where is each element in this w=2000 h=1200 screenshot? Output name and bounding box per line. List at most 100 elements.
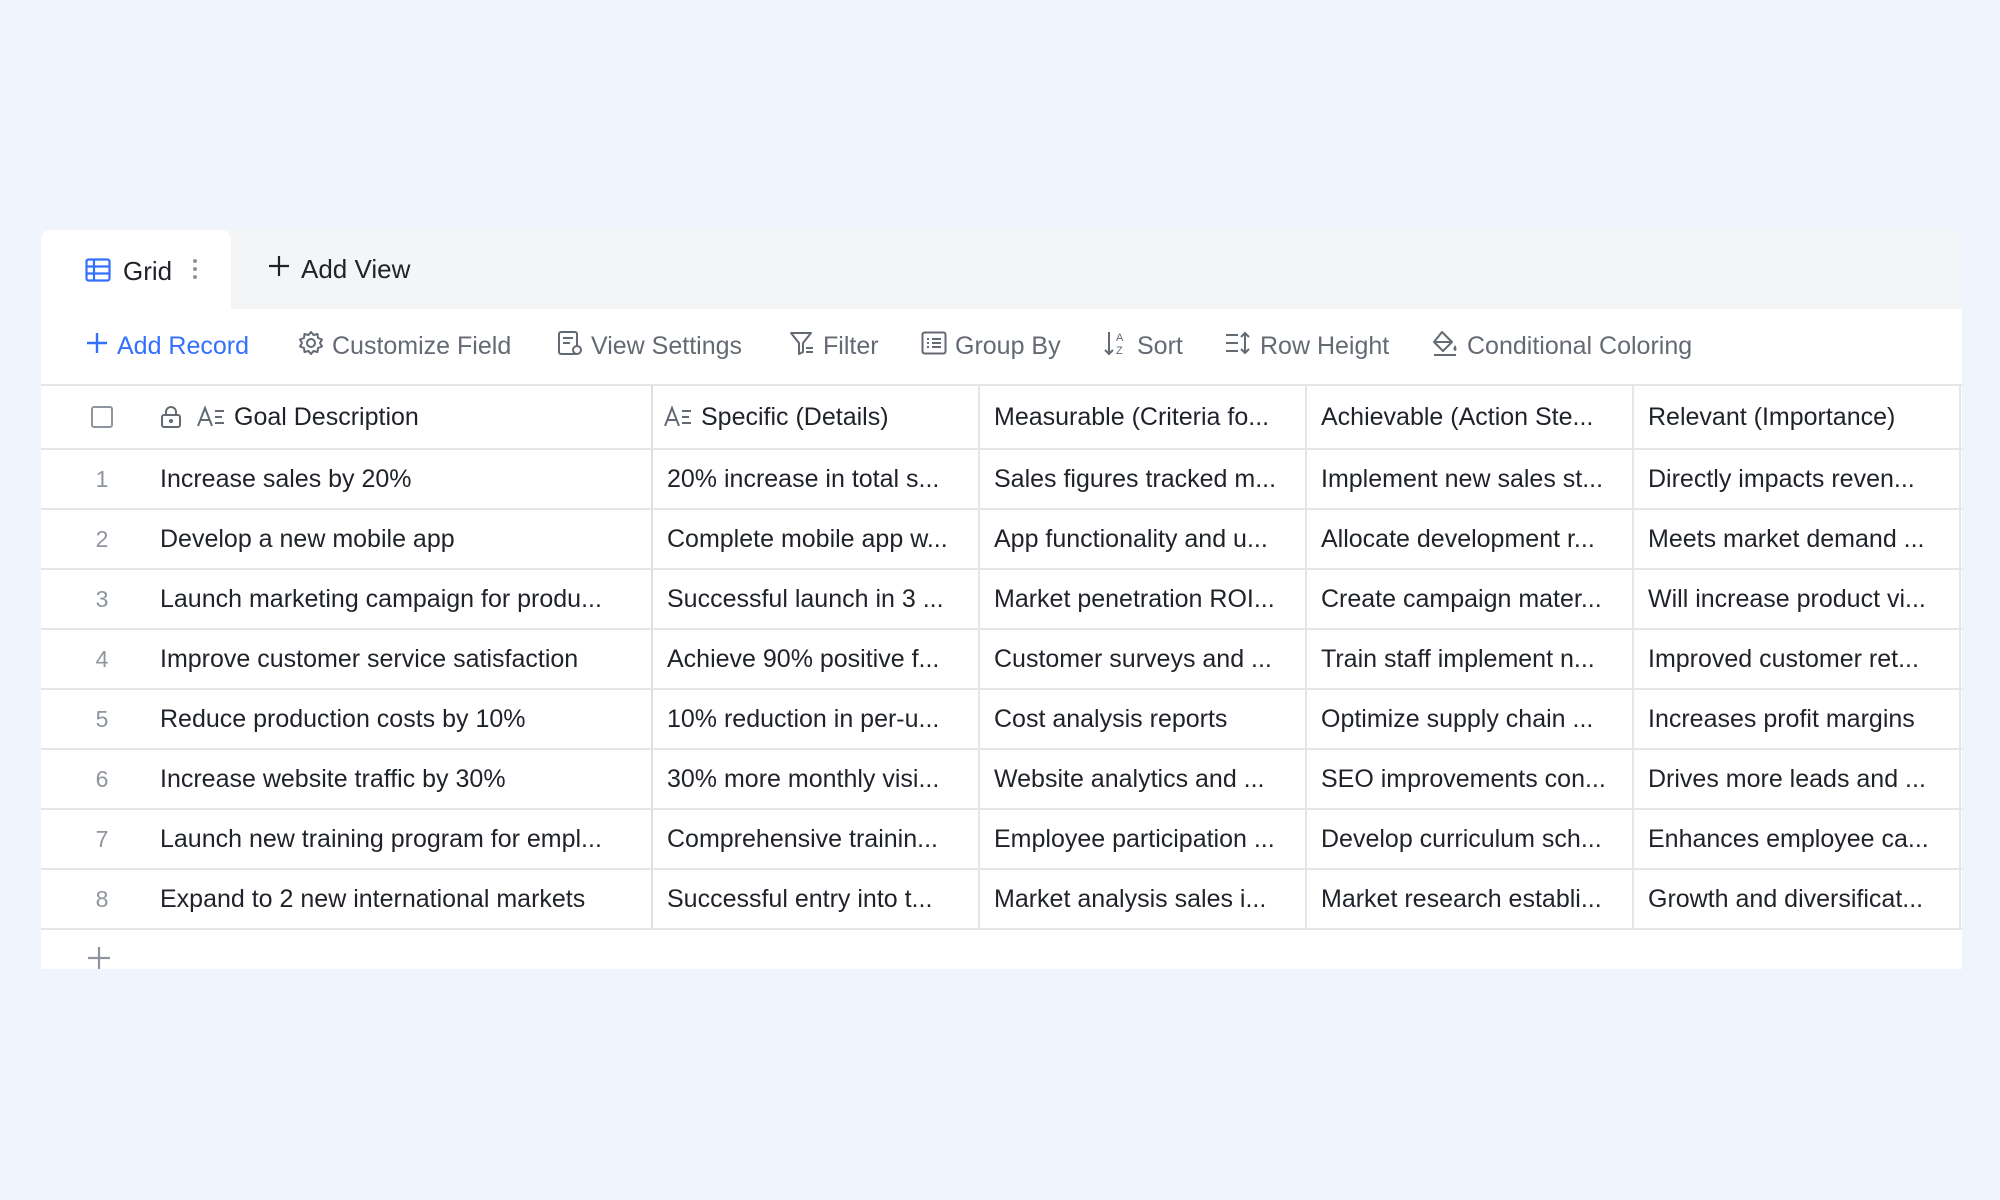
text-field-icon xyxy=(196,405,226,429)
add-row-button[interactable] xyxy=(41,930,1962,986)
paint-bucket-icon xyxy=(1431,329,1459,364)
cell-measurable[interactable]: Sales figures tracked m... xyxy=(980,450,1307,508)
conditional-coloring-label: Conditional Coloring xyxy=(1467,332,1693,360)
table-row[interactable]: 1 Increase sales by 20% 20% increase in … xyxy=(41,450,1962,510)
cell-specific[interactable]: Successful launch in 3 ... xyxy=(653,570,980,628)
cell-achievable[interactable]: Implement new sales st... xyxy=(1307,450,1634,508)
view-settings-label: View Settings xyxy=(591,332,743,360)
cell-goal[interactable]: Launch marketing campaign for produ... xyxy=(41,570,653,628)
plus-icon xyxy=(85,331,109,362)
svg-text:A: A xyxy=(1116,332,1124,344)
add-record-button[interactable]: Add Record xyxy=(85,309,249,384)
cell-relevant[interactable]: Directly impacts reven... xyxy=(1634,450,1961,508)
column-header-label: Relevant (Importance) xyxy=(1648,402,1896,431)
cell-relevant[interactable]: Growth and diversificat... xyxy=(1634,870,1961,928)
add-view-label: Add View xyxy=(301,254,411,284)
cell-achievable[interactable]: Optimize supply chain ... xyxy=(1307,690,1634,748)
sort-label: Sort xyxy=(1137,332,1183,360)
cell-goal[interactable]: Increase sales by 20% xyxy=(41,450,653,508)
column-header-label: Achievable (Action Ste... xyxy=(1321,402,1594,431)
cell-specific[interactable]: Achieve 90% positive f... xyxy=(653,630,980,688)
cell-relevant[interactable]: Improved customer ret... xyxy=(1634,630,1961,688)
cell-measurable[interactable]: Cost analysis reports xyxy=(980,690,1307,748)
grid-view-panel: Grid Add View Add Record Customize Field xyxy=(41,230,1962,969)
table-row[interactable]: 4 Improve customer service satisfaction … xyxy=(41,630,1962,690)
cell-measurable[interactable]: Customer surveys and ... xyxy=(980,630,1307,688)
svg-text:Z: Z xyxy=(1116,345,1123,357)
filter-icon xyxy=(789,330,815,363)
plus-icon xyxy=(85,944,113,977)
column-header-label: Goal Description xyxy=(234,402,419,431)
column-header-label: Specific (Details) xyxy=(701,402,889,431)
table-header-row: Goal Description Specific (Details) Meas… xyxy=(41,386,1962,450)
cell-specific[interactable]: 20% increase in total s... xyxy=(653,450,980,508)
cell-specific[interactable]: 10% reduction in per-u... xyxy=(653,690,980,748)
cell-goal[interactable]: Increase website traffic by 30% xyxy=(41,750,653,808)
row-height-icon xyxy=(1224,330,1252,363)
group-by-label: Group By xyxy=(955,332,1061,360)
cell-specific[interactable]: Complete mobile app w... xyxy=(653,510,980,568)
cell-measurable[interactable]: App functionality and u... xyxy=(980,510,1307,568)
sort-icon: AZ xyxy=(1103,329,1129,364)
table-row[interactable]: 7 Launch new training program for empl..… xyxy=(41,810,1962,870)
filter-label: Filter xyxy=(823,332,879,360)
cell-relevant[interactable]: Meets market demand ... xyxy=(1634,510,1961,568)
cell-achievable[interactable]: Develop curriculum sch... xyxy=(1307,810,1634,868)
customize-field-button[interactable]: Customize Field xyxy=(298,309,511,384)
column-header-specific[interactable]: Specific (Details) xyxy=(653,386,980,448)
cell-specific[interactable]: Comprehensive trainin... xyxy=(653,810,980,868)
cell-achievable[interactable]: SEO improvements con... xyxy=(1307,750,1634,808)
cell-measurable[interactable]: Market analysis sales i... xyxy=(980,870,1307,928)
gear-icon xyxy=(298,330,324,363)
sort-button[interactable]: AZ Sort xyxy=(1103,309,1183,384)
column-header-measurable[interactable]: Measurable (Criteria fo... xyxy=(980,386,1307,448)
row-height-label: Row Height xyxy=(1260,332,1390,360)
cell-achievable[interactable]: Train staff implement n... xyxy=(1307,630,1634,688)
column-header-label: Measurable (Criteria fo... xyxy=(994,402,1270,431)
cell-achievable[interactable]: Create campaign mater... xyxy=(1307,570,1634,628)
cell-goal[interactable]: Launch new training program for empl... xyxy=(41,810,653,868)
cell-goal[interactable]: Reduce production costs by 10% xyxy=(41,690,653,748)
toolbar: Add Record Customize Field View Settings… xyxy=(41,309,1962,386)
table-row[interactable]: 8 Expand to 2 new international markets … xyxy=(41,870,1962,930)
cell-goal[interactable]: Develop a new mobile app xyxy=(41,510,653,568)
column-header-goal[interactable]: Goal Description xyxy=(41,386,653,448)
cell-relevant[interactable]: Enhances employee ca... xyxy=(1634,810,1961,868)
cell-achievable[interactable]: Market research establi... xyxy=(1307,870,1634,928)
cell-relevant[interactable]: Will increase product vi... xyxy=(1634,570,1961,628)
conditional-coloring-button[interactable]: Conditional Coloring xyxy=(1431,309,1692,384)
cell-specific[interactable]: Successful entry into t... xyxy=(653,870,980,928)
group-by-button[interactable]: Group By xyxy=(921,309,1061,384)
view-tab-bar: Grid Add View xyxy=(41,230,1962,309)
column-header-achievable[interactable]: Achievable (Action Ste... xyxy=(1307,386,1634,448)
add-record-label: Add Record xyxy=(117,332,250,360)
add-view-button[interactable]: Add View xyxy=(267,230,410,309)
cell-measurable[interactable]: Website analytics and ... xyxy=(980,750,1307,808)
tab-grid-label: Grid xyxy=(123,256,173,286)
cell-relevant[interactable]: Increases profit margins xyxy=(1634,690,1961,748)
view-settings-button[interactable]: View Settings xyxy=(557,309,742,384)
more-vertical-icon[interactable] xyxy=(191,256,199,287)
lock-icon xyxy=(160,405,182,429)
grid-view-icon xyxy=(85,258,111,287)
cell-achievable[interactable]: Allocate development r... xyxy=(1307,510,1634,568)
cell-measurable[interactable]: Employee participation ... xyxy=(980,810,1307,868)
view-settings-icon xyxy=(557,330,583,363)
cell-specific[interactable]: 30% more monthly visi... xyxy=(653,750,980,808)
filter-button[interactable]: Filter xyxy=(789,309,879,384)
column-header-relevant[interactable]: Relevant (Importance) xyxy=(1634,386,1961,448)
data-grid: Goal Description Specific (Details) Meas… xyxy=(41,386,1962,986)
cell-measurable[interactable]: Market penetration ROI... xyxy=(980,570,1307,628)
table-row[interactable]: 6 Increase website traffic by 30% 30% mo… xyxy=(41,750,1962,810)
table-row[interactable]: 2 Develop a new mobile app Complete mobi… xyxy=(41,510,1962,570)
plus-icon xyxy=(267,254,291,285)
cell-goal[interactable]: Expand to 2 new international markets xyxy=(41,870,653,928)
customize-field-label: Customize Field xyxy=(332,332,512,360)
tab-grid[interactable]: Grid xyxy=(41,230,231,309)
table-row[interactable]: 5 Reduce production costs by 10% 10% red… xyxy=(41,690,1962,750)
table-row[interactable]: 3 Launch marketing campaign for produ...… xyxy=(41,570,1962,630)
cell-relevant[interactable]: Drives more leads and ... xyxy=(1634,750,1961,808)
cell-goal[interactable]: Improve customer service satisfaction xyxy=(41,630,653,688)
text-field-icon xyxy=(663,405,693,429)
row-height-button[interactable]: Row Height xyxy=(1224,309,1389,384)
